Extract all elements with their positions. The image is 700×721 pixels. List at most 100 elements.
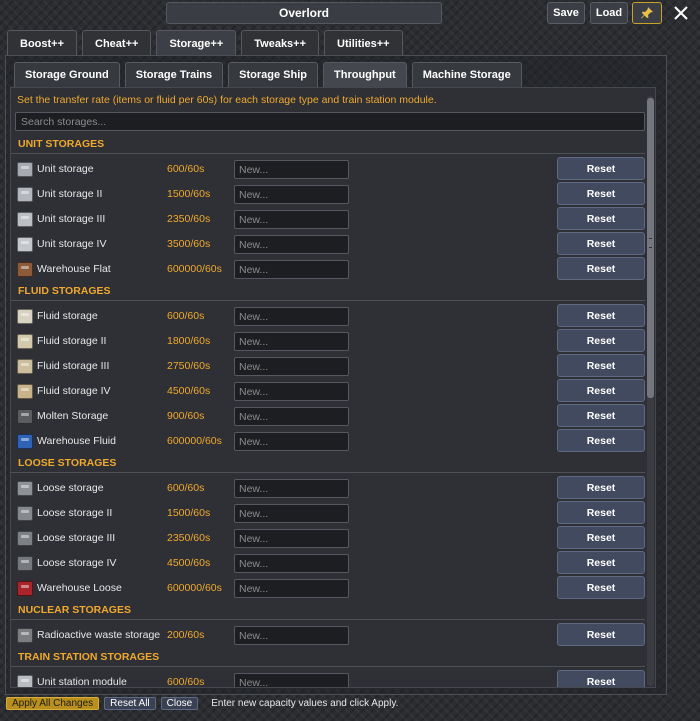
storage-name: Unit storage II: [37, 188, 103, 200]
new-rate-input[interactable]: [234, 479, 349, 498]
new-rate-input[interactable]: [234, 504, 349, 523]
reset-button[interactable]: Reset: [557, 329, 645, 352]
new-rate-input[interactable]: [234, 160, 349, 179]
save-button[interactable]: Save: [547, 2, 585, 24]
new-rate-input[interactable]: [234, 307, 349, 326]
storage-row: Unit storage III 2350/60s Reset: [11, 207, 645, 232]
storage-name: Unit storage: [37, 163, 94, 175]
subtab-storage-trains[interactable]: Storage Trains: [124, 62, 224, 87]
close-icon: [674, 6, 688, 20]
reset-button[interactable]: Reset: [557, 379, 645, 402]
reset-button[interactable]: Reset: [557, 623, 645, 646]
storage-name: Loose storage III: [37, 532, 116, 544]
storage-row: Loose storage 600/60s Reset: [11, 476, 645, 501]
subtab-storage-ground[interactable]: Storage Ground: [14, 62, 120, 87]
reset-button[interactable]: Reset: [557, 207, 645, 230]
unit-storage-3-icon: [17, 212, 33, 227]
search-input[interactable]: [15, 112, 645, 131]
unit-station-module-icon: [17, 675, 33, 687]
reset-button[interactable]: Reset: [557, 354, 645, 377]
reset-button[interactable]: Reset: [557, 157, 645, 180]
storage-name: Radioactive waste storage: [37, 629, 161, 641]
tab-boost-plus-plus[interactable]: Boost++: [7, 30, 78, 56]
reset-button[interactable]: Reset: [557, 501, 645, 524]
subtab-throughput[interactable]: Throughput: [323, 62, 407, 87]
fluid-storage-icon: [17, 309, 33, 324]
storage-name: Fluid storage II: [37, 335, 107, 347]
storage-rate: 600000/60s: [167, 263, 222, 275]
warehouse-loose-icon: [17, 581, 33, 596]
subtab-storage-ship[interactable]: Storage Ship: [228, 62, 318, 87]
close-button[interactable]: [668, 2, 694, 24]
storage-name: Fluid storage IV: [37, 385, 111, 397]
storage-row: Loose storage II 1500/60s Reset: [11, 501, 645, 526]
footer-bar: Apply All Changes Reset All Close Enter …: [6, 696, 398, 710]
storage-rate: 200/60s: [167, 629, 205, 641]
reset-all-button[interactable]: Reset All: [104, 696, 156, 710]
loose-storage-icon: [17, 481, 33, 496]
new-rate-input[interactable]: [234, 529, 349, 548]
new-rate-input[interactable]: [234, 432, 349, 451]
storage-row: Warehouse Loose 600000/60s Reset: [11, 576, 645, 601]
storage-name: Loose storage: [37, 482, 104, 494]
storage-row: Fluid storage 600/60s Reset: [11, 304, 645, 329]
new-rate-input[interactable]: [234, 235, 349, 254]
apply-all-button[interactable]: Apply All Changes: [6, 696, 100, 710]
section-title: UNIT STORAGES: [11, 135, 645, 154]
new-rate-input[interactable]: [234, 626, 349, 645]
reset-button[interactable]: Reset: [557, 257, 645, 280]
storage-name: Unit storage IV: [37, 238, 107, 250]
new-rate-input[interactable]: [234, 579, 349, 598]
subtab-machine-storage[interactable]: Machine Storage: [411, 62, 522, 87]
reset-button[interactable]: Reset: [557, 304, 645, 327]
reset-button[interactable]: Reset: [557, 576, 645, 599]
reset-button[interactable]: Reset: [557, 182, 645, 205]
unit-storage-2-icon: [17, 187, 33, 202]
storage-rate: 600/60s: [167, 676, 205, 688]
load-button[interactable]: Load: [590, 2, 628, 24]
storage-row: Loose storage IV 4500/60s Reset: [11, 551, 645, 576]
storage-list: UNIT STORAGESUnit storage600/60sResetUni…: [11, 135, 645, 688]
new-rate-input[interactable]: [234, 382, 349, 401]
new-rate-input[interactable]: [234, 357, 349, 376]
reset-button[interactable]: Reset: [557, 551, 645, 574]
storage-row: Fluid storage IV 4500/60s Reset: [11, 379, 645, 404]
scrollbar-thumb[interactable]: [647, 98, 654, 398]
storage-row: Warehouse Fluid 600000/60s Reset: [11, 429, 645, 454]
section-title: FLUID STORAGES: [11, 282, 645, 301]
storage-name: Loose storage II: [37, 507, 113, 519]
main-tab-bar: Boost++ Cheat++ Storage++ Tweaks++ Utilities…: [7, 30, 403, 56]
reset-button[interactable]: Reset: [557, 670, 645, 687]
tab-cheat-plus-plus[interactable]: Cheat++: [82, 30, 152, 56]
storage-rate: 3500/60s: [167, 238, 211, 250]
storage-rate: 1500/60s: [167, 188, 211, 200]
reset-button[interactable]: Reset: [557, 404, 645, 427]
tab-utilities-plus-plus[interactable]: Utilities++: [324, 30, 403, 56]
section-title: TRAIN STATION STORAGES: [11, 648, 645, 667]
new-rate-input[interactable]: [234, 407, 349, 426]
new-rate-input[interactable]: [234, 260, 349, 279]
tab-storage-plus-plus[interactable]: Storage++: [156, 30, 237, 56]
description-text: Set the transfer rate (items or fluid pe…: [17, 94, 437, 106]
new-rate-input[interactable]: [234, 210, 349, 229]
reset-button[interactable]: Reset: [557, 476, 645, 499]
throughput-content: Set the transfer rate (items or fluid pe…: [10, 87, 656, 688]
storage-rate: 4500/60s: [167, 385, 211, 397]
pin-button[interactable]: [632, 2, 662, 24]
reset-button[interactable]: Reset: [557, 429, 645, 452]
new-rate-input[interactable]: [234, 332, 349, 351]
tab-tweaks-plus-plus[interactable]: Tweaks++: [241, 30, 320, 56]
storage-name: Warehouse Fluid: [37, 435, 116, 447]
new-rate-input[interactable]: [234, 185, 349, 204]
new-rate-input[interactable]: [234, 554, 349, 573]
reset-button[interactable]: Reset: [557, 526, 645, 549]
unit-storage-icon: [17, 162, 33, 177]
fluid-storage-2-icon: [17, 334, 33, 349]
reset-button[interactable]: Reset: [557, 232, 645, 255]
storage-rate: 600000/60s: [167, 582, 222, 594]
close-footer-button[interactable]: Close: [160, 696, 199, 710]
new-rate-input[interactable]: [234, 673, 349, 687]
fluid-storage-4-icon: [17, 384, 33, 399]
molten-storage-icon: [17, 409, 33, 424]
storage-row: Unit storage 600/60s Reset: [11, 157, 645, 182]
